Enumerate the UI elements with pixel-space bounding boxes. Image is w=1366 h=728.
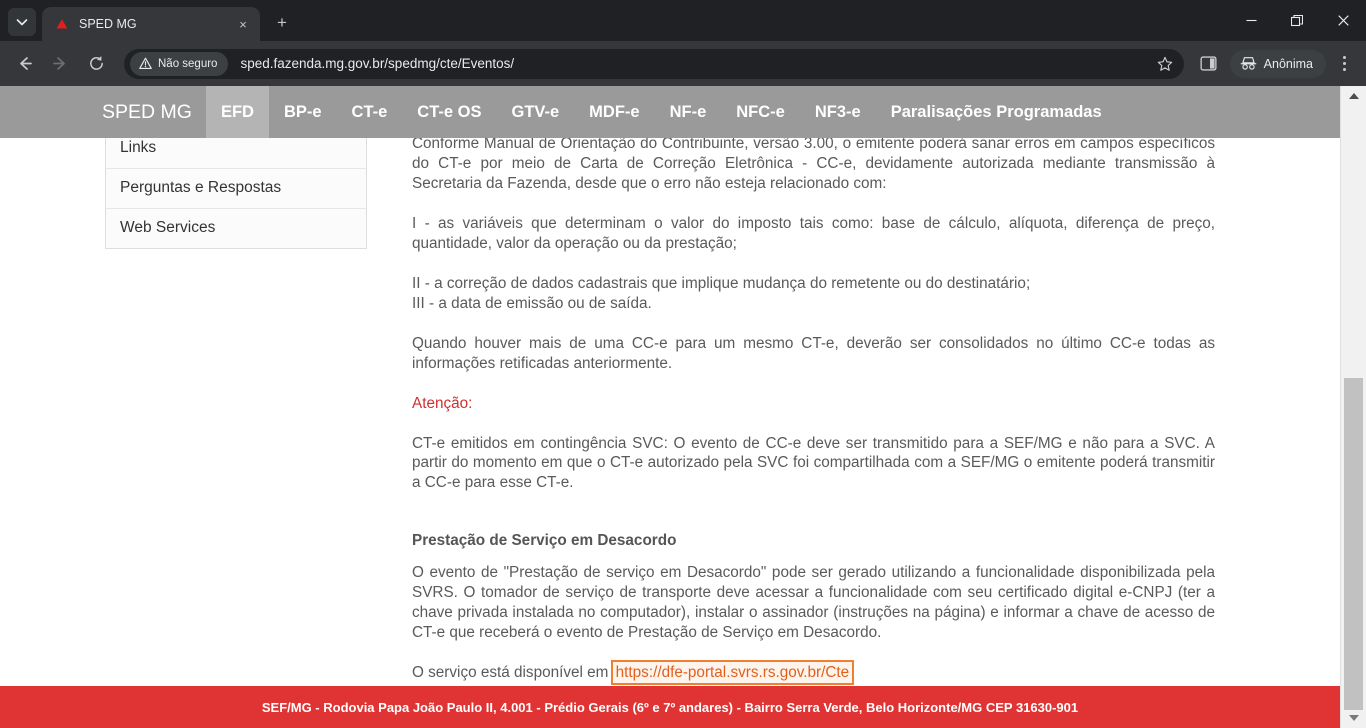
nav-item-efd[interactable]: EFD [205,86,269,138]
menu-dot [1342,68,1346,71]
scroll-down-arrow-icon[interactable] [1341,708,1366,728]
page-content: Links Perguntas e Respostas Web Services… [0,86,1340,728]
menu-dot [1342,62,1346,65]
tab-title: SPED MG [79,17,137,31]
nav-item-ct-e[interactable]: CT-e [337,86,403,138]
page-viewport: Links Perguntas e Respostas Web Services… [0,86,1366,728]
side-panel-icon[interactable] [1194,49,1224,79]
browser-toolbar: Não seguro sped.fazenda.mg.gov.br/spedmg… [0,41,1366,86]
forward-button[interactable] [44,48,76,80]
attention-label: Atenção: [412,394,473,412]
url-text[interactable]: sped.fazenda.mg.gov.br/spedmg/cte/Evento… [240,56,514,71]
three-dots-menu-icon[interactable] [1330,49,1358,79]
site-navbar: SPED MG EFD BP-e CT-e CT-e OS GTV-e MDF-… [0,86,1340,138]
paragraph-multiple-cce: Quando houver mais de uma CC-e para um m… [412,334,1215,372]
menu-dot [1342,56,1346,59]
nav-item-mdf-e[interactable]: MDF-e [574,86,654,138]
window-controls [1228,0,1366,41]
service-availability-prefix: O serviço está disponível em [412,664,613,682]
address-bar[interactable]: Não seguro sped.fazenda.mg.gov.br/spedmg… [124,48,1184,79]
security-status-button[interactable]: Não seguro [130,51,229,76]
scroll-up-arrow-icon[interactable] [1341,86,1366,106]
article-content: Conforme Manual de Orientação do Contrib… [412,134,1215,699]
item-iii-text: III - a data de emissão ou de saída. [412,294,652,312]
nav-item-nfc-e[interactable]: NFC-e [721,86,800,138]
minimize-button[interactable] [1228,0,1274,41]
tab-search-button[interactable] [8,8,36,36]
close-window-button[interactable] [1320,0,1366,41]
section-heading-prestacao-servico: Prestação de Serviço em Desacordo [412,532,677,550]
sidebar-item-perguntas-e-respostas[interactable]: Perguntas e Respostas [106,169,366,209]
item-ii-text: II - a correção de dados cadastrais que … [412,274,1031,292]
paragraph-cce-intro: Conforme Manual de Orientação do Contrib… [412,135,1215,192]
nav-item-gtv-e[interactable]: GTV-e [496,86,574,138]
new-tab-button[interactable]: + [268,9,296,37]
red-triangle-icon [54,16,70,32]
nav-item-ct-e-os[interactable]: CT-e OS [402,86,496,138]
sidebar-menu: Links Perguntas e Respostas Web Services [105,128,367,249]
site-brand[interactable]: SPED MG [88,86,206,138]
tab-strip: SPED MG × + [0,0,1366,41]
browser-tab[interactable]: SPED MG × [42,7,260,41]
scrollbar-thumb[interactable] [1344,378,1363,710]
reload-button[interactable] [80,48,112,80]
incognito-label: Anônima [1263,56,1313,71]
incognito-indicator[interactable]: Anônima [1229,49,1326,78]
paragraph-prestacao-detail: O evento de "Prestação de serviço em Des… [412,564,1215,642]
chevron-down-icon [16,19,28,26]
paragraph-svc: CT-e emitidos em contingência SVC: O eve… [412,434,1215,492]
item-i-text: I - as variáveis que determinam o valor … [412,214,1215,252]
back-button[interactable] [8,48,40,80]
maximize-restore-button[interactable] [1274,0,1320,41]
browser-window: SPED MG × + Não seguro sped.fazenda.mg.g… [0,0,1366,728]
nav-item-bp-e[interactable]: BP-e [269,86,337,138]
nav-item-nf-e[interactable]: NF-e [655,86,722,138]
star-icon[interactable] [1152,51,1178,77]
incognito-spy-icon [1240,57,1256,70]
page-scrollbar[interactable] [1340,86,1366,728]
close-icon[interactable]: × [234,15,252,33]
paragraph-items-ii-iii: II - a correção de dados cadastrais que … [412,274,1215,314]
security-status-label: Não seguro [158,57,218,70]
paragraph-item-i: I - as variáveis que determinam o valor … [412,214,1215,254]
sidebar-item-web-services[interactable]: Web Services [106,209,366,248]
nav-item-paralisacoes-programadas[interactable]: Paralisações Programadas [876,86,1117,138]
svrs-portal-link[interactable]: https://dfe-portal.svrs.rs.gov.br/Cte [610,660,855,686]
paragraph-service-availability: O serviço está disponível em https://dfe… [412,660,1215,686]
warning-triangle-icon [139,57,152,69]
nav-item-nf3-e[interactable]: NF3-e [800,86,876,138]
site-footer: SEF/MG - Rodovia Papa João Paulo II, 4.0… [0,686,1340,728]
